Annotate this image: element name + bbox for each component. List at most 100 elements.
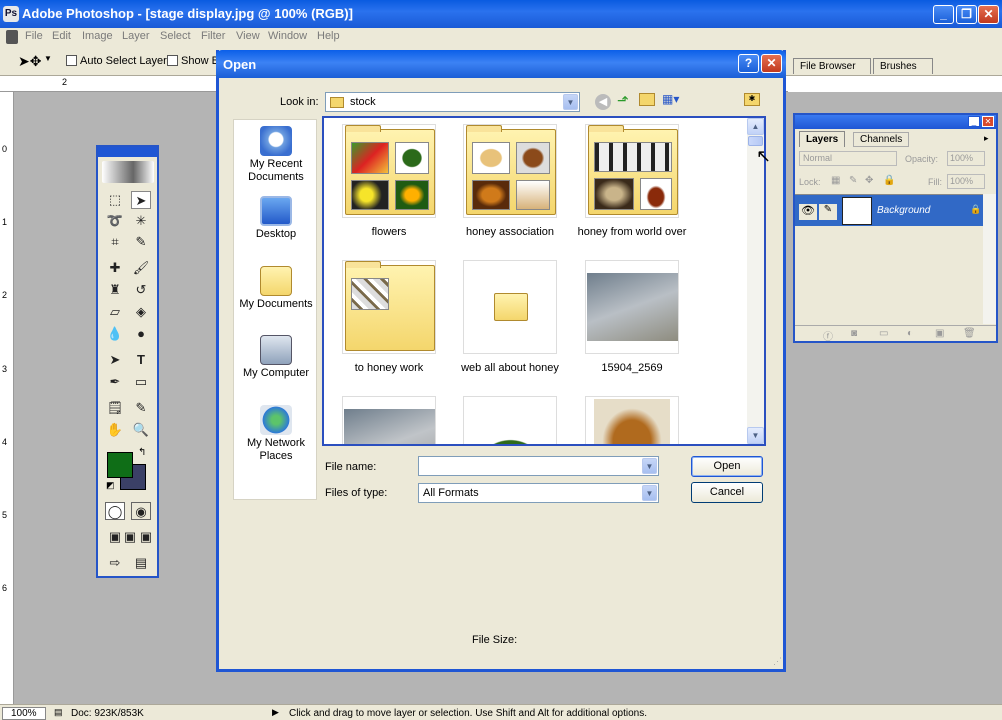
brush-link-icon[interactable]: ✎: [819, 204, 837, 220]
tab-channels[interactable]: Channels: [853, 132, 910, 147]
view-menu-icon[interactable]: ▦▾: [662, 92, 679, 106]
pen-tool-icon[interactable]: ✒: [105, 373, 125, 391]
hand-tool-icon[interactable]: ✋: [105, 421, 125, 439]
eyedropper-icon[interactable]: ✎: [131, 399, 151, 417]
file-item[interactable]: flowers: [329, 124, 449, 238]
blend-mode-select[interactable]: Normal: [799, 151, 897, 166]
chevron-down-icon[interactable]: ▼: [44, 54, 52, 63]
document-icon[interactable]: [6, 30, 18, 44]
new-folder-icon[interactable]: [639, 93, 655, 106]
swap-colors-icon[interactable]: ↰: [138, 447, 146, 458]
lock-paint-icon[interactable]: ✎: [849, 175, 857, 186]
help-icon[interactable]: ?: [738, 54, 759, 73]
photoshop-icon[interactable]: Ps: [3, 6, 19, 22]
minimize-icon[interactable]: _: [933, 5, 954, 24]
opacity-field[interactable]: 100%: [947, 151, 985, 166]
close-icon[interactable]: ✕: [761, 54, 782, 73]
new-set-icon[interactable]: ▭: [879, 328, 888, 339]
eye-icon[interactable]: 👁: [799, 204, 817, 220]
standard-mode-icon[interactable]: ◯: [105, 502, 125, 520]
trash-icon[interactable]: 🗑: [963, 328, 976, 339]
history-brush-icon[interactable]: ↺: [131, 281, 151, 299]
scroll-thumb[interactable]: [748, 136, 763, 146]
jump-to-imageready-icon[interactable]: ⇨: [105, 554, 125, 572]
menu-window[interactable]: Window: [268, 30, 307, 42]
shape-tool-icon[interactable]: ▭: [131, 373, 151, 391]
back-icon[interactable]: ◀: [595, 94, 611, 110]
file-item[interactable]: web all about honey: [450, 260, 570, 374]
chevron-down-icon[interactable]: ▼: [642, 458, 657, 474]
file-item[interactable]: [450, 396, 570, 444]
menu-select[interactable]: Select: [160, 30, 191, 42]
move-tool-icon[interactable]: ➤: [131, 191, 151, 209]
tab-layers[interactable]: Layers: [799, 131, 846, 147]
zoom-field[interactable]: 100%: [2, 707, 46, 720]
quick-mask-icon[interactable]: ◉: [131, 502, 151, 520]
menu-filter[interactable]: Filter: [201, 30, 225, 42]
cancel-button[interactable]: Cancel: [691, 482, 763, 503]
place-recent-documents[interactable]: My Recent Documents: [234, 126, 318, 184]
default-colors-icon[interactable]: ◩: [106, 480, 115, 491]
restore-icon[interactable]: ❐: [956, 5, 977, 24]
toolbox-titlebar[interactable]: [98, 147, 157, 157]
scroll-up-icon[interactable]: ▲: [747, 118, 764, 135]
file-item[interactable]: [329, 396, 449, 444]
eraser-tool-icon[interactable]: ▱: [105, 303, 125, 321]
files-of-type-select[interactable]: All Formats ▼: [418, 483, 659, 503]
place-my-documents[interactable]: My Documents: [234, 266, 318, 311]
browse-folder-icon[interactable]: ✱: [744, 93, 760, 106]
auto-select-checkbox[interactable]: Auto Select Layer: [66, 55, 167, 67]
lock-transparency-icon[interactable]: ▦: [831, 175, 840, 186]
dialog-titlebar[interactable]: Open ? ✕: [216, 50, 786, 78]
menu-edit[interactable]: Edit: [52, 30, 71, 42]
lock-move-icon[interactable]: ✥: [865, 175, 873, 186]
place-my-computer[interactable]: My Computer: [234, 335, 318, 380]
chevron-down-icon[interactable]: ▼: [563, 94, 578, 110]
layers-palette-titlebar[interactable]: _ ✕: [795, 115, 996, 129]
menu-file[interactable]: File: [25, 30, 43, 42]
place-desktop[interactable]: Desktop: [234, 196, 318, 241]
menu-help[interactable]: Help: [317, 30, 340, 42]
file-name-input[interactable]: ▼: [418, 456, 659, 476]
brush-tool-icon[interactable]: 🖌: [131, 259, 151, 277]
file-list[interactable]: flowers honey association honey from wor…: [322, 116, 766, 446]
imageready-icon[interactable]: ▤: [131, 554, 151, 572]
zoom-tool-icon[interactable]: 🔍: [131, 421, 151, 439]
play-arrow-icon[interactable]: ▶: [272, 707, 279, 718]
close-icon[interactable]: ✕: [982, 116, 994, 127]
resize-grip-icon[interactable]: ⋰: [773, 656, 782, 667]
place-network[interactable]: My Network Places: [234, 405, 318, 463]
palette-menu-icon[interactable]: ▸: [984, 133, 989, 144]
paint-bucket-icon[interactable]: ◈: [131, 303, 151, 321]
file-item[interactable]: to honey work: [329, 260, 449, 374]
close-icon[interactable]: ✕: [978, 5, 999, 24]
chevron-down-icon[interactable]: ▼: [642, 485, 657, 501]
tab-brushes[interactable]: Brushes: [873, 58, 933, 74]
layer-mask-icon[interactable]: ◙: [851, 328, 857, 339]
file-item[interactable]: honey from world over: [572, 124, 692, 238]
marquee-tool-icon[interactable]: ⬚: [105, 191, 125, 209]
open-button[interactable]: Open: [691, 456, 763, 477]
minimize-icon[interactable]: _: [968, 116, 980, 127]
layer-style-icon[interactable]: ⓕ: [823, 328, 833, 343]
foreground-color-swatch[interactable]: [107, 452, 133, 478]
layer-row-background[interactable]: 👁 ✎ Background 🔒: [795, 194, 983, 226]
lock-all-icon[interactable]: 🔒: [883, 175, 895, 186]
blur-tool-icon[interactable]: 💧: [105, 325, 125, 343]
clone-stamp-icon[interactable]: ♜: [105, 281, 125, 299]
dodge-tool-icon[interactable]: ●: [131, 325, 151, 343]
file-item[interactable]: honey association: [450, 124, 570, 238]
file-item[interactable]: [572, 396, 692, 444]
look-in-select[interactable]: stock ▼: [325, 92, 580, 112]
adjustment-layer-icon[interactable]: ◐: [907, 328, 913, 339]
screen-mode-full-icon[interactable]: ▣: [136, 528, 156, 546]
lasso-tool-icon[interactable]: ➰: [105, 212, 125, 230]
type-tool-icon[interactable]: T: [131, 351, 151, 369]
tab-file-browser[interactable]: File Browser: [793, 58, 871, 74]
new-layer-icon[interactable]: ▣: [935, 328, 944, 339]
scroll-down-icon[interactable]: ▼: [747, 427, 764, 444]
menu-layer[interactable]: Layer: [122, 30, 150, 42]
fill-field[interactable]: 100%: [947, 174, 985, 189]
slice-tool-icon[interactable]: ✎: [131, 233, 151, 251]
notes-tool-icon[interactable]: 🗒: [105, 399, 125, 417]
